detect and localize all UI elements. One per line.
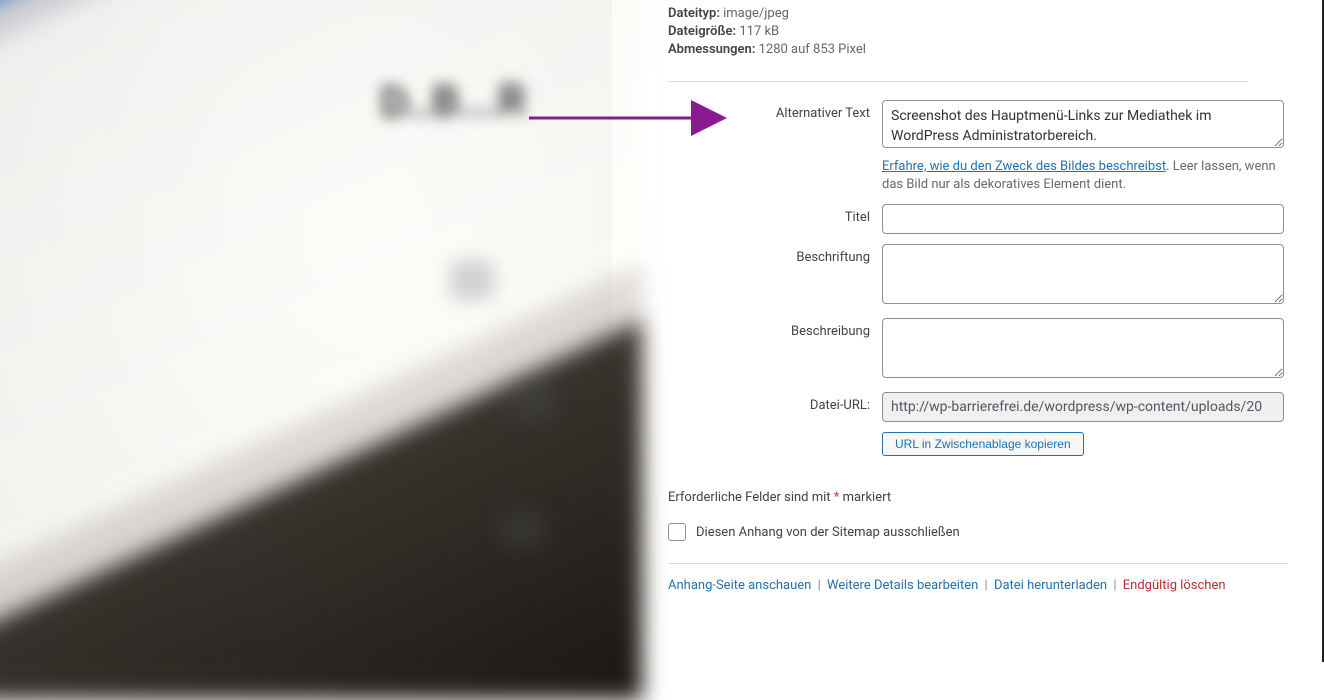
exclude-sitemap-checkbox[interactable] <box>668 523 686 541</box>
alt-text-input[interactable] <box>882 100 1284 148</box>
attachment-action-links: Anhang-Seite anschauen | Weitere Details… <box>668 578 1284 593</box>
description-input[interactable] <box>882 318 1284 378</box>
alt-text-hint: Erfahre, wie du den Zweck des Bildes bes… <box>882 158 1284 194</box>
meta-dimensions: Abmessungen: 1280 auf 853 Pixel <box>668 41 1284 59</box>
download-file-link[interactable]: Datei herunterladen <box>994 578 1107 593</box>
caption-input[interactable] <box>882 244 1284 304</box>
required-fields-note: Erforderliche Felder sind mit * markiert <box>668 490 1284 505</box>
alt-text-label: Alternativer Text <box>668 100 882 121</box>
meta-filesize: Dateigröße: 117 kB <box>668 23 1284 41</box>
title-input[interactable] <box>882 204 1284 234</box>
edit-details-link[interactable]: Weitere Details bearbeiten <box>827 578 978 593</box>
exclude-sitemap-label[interactable]: Diesen Anhang von der Sitemap ausschließ… <box>696 525 960 540</box>
divider <box>668 81 1248 82</box>
description-label: Beschreibung <box>668 318 882 339</box>
delete-permanently-link[interactable]: Endgültig löschen <box>1123 578 1226 593</box>
view-attachment-link[interactable]: Anhang-Seite anschauen <box>668 578 811 593</box>
meta-filetype: Dateityp: image/jpeg <box>668 5 1284 23</box>
divider <box>668 563 1288 564</box>
caption-label: Beschriftung <box>668 244 882 265</box>
copy-url-button[interactable]: URL in Zwischenablage kopieren <box>882 432 1084 456</box>
media-preview-panel: D..B...R <box>0 0 612 662</box>
alt-text-help-link[interactable]: Erfahre, wie du den Zweck des Bildes bes… <box>882 159 1166 174</box>
attachment-details-panel: Dateityp: image/jpeg Dateigröße: 117 kB … <box>612 0 1324 662</box>
fileurl-input[interactable] <box>882 392 1284 422</box>
fileurl-label: Datei-URL: <box>668 392 882 413</box>
title-label: Titel <box>668 204 882 225</box>
